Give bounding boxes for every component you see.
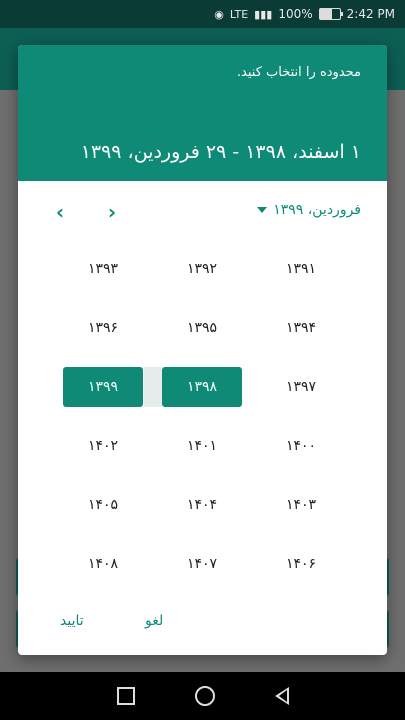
year-cell[interactable]: ۱۳۹۳ <box>63 249 143 289</box>
back-icon[interactable] <box>274 687 289 705</box>
year-cell[interactable]: ۱۴۰۴ <box>162 485 242 525</box>
year-cell[interactable]: ۱۴۰۳ <box>261 485 341 525</box>
month-year-selector[interactable]: فروردین، ۱۳۹۹ <box>257 202 361 218</box>
battery-icon <box>318 8 343 20</box>
year-cell[interactable]: ۱۴۰۲ <box>63 426 143 466</box>
year-cell[interactable]: ۱۴۰۷ <box>162 544 242 584</box>
cancel-button[interactable]: لغو <box>145 613 163 629</box>
year-cell[interactable]: ۱۴۰۰ <box>261 426 341 466</box>
signal-icon: ▮▮▮ <box>254 7 273 21</box>
status-bar: ◉ LTE ▮▮▮ 100% 2:42 PM <box>0 0 405 28</box>
battery-percent: 100% <box>278 7 313 21</box>
year-cell[interactable]: ۱۳۹۱ <box>261 249 341 289</box>
home-icon[interactable] <box>194 686 215 706</box>
year-cell[interactable]: ۱۳۹۷ <box>261 367 341 407</box>
year-cell[interactable]: ۱۳۹۴ <box>261 308 341 348</box>
month-year-label: فروردین، ۱۳۹۹ <box>273 202 361 218</box>
dialog-actions: تایید لغو <box>18 613 387 637</box>
date-range-dialog: محدوده را انتخاب کنید. ۱ اسفند، ۱۳۹۸ - ۲… <box>18 45 387 655</box>
year-cell-selected[interactable]: ۱۳۹۸ <box>162 367 242 407</box>
year-cell[interactable]: ۱۴۰۵ <box>63 485 143 525</box>
dialog-prompt: محدوده را انتخاب کنید. <box>236 65 361 80</box>
range-highlight <box>144 367 162 407</box>
year-cell[interactable]: ۱۴۰۶ <box>261 544 341 584</box>
month-navigation: ‹ › فروردین، ۱۳۹۹ <box>18 198 387 228</box>
dropdown-arrow-icon <box>257 207 268 213</box>
clock: 2:42 PM <box>346 7 395 21</box>
year-cell[interactable]: ۱۴۰۸ <box>63 544 143 584</box>
chevron-right-icon[interactable]: › <box>100 200 124 224</box>
year-cell[interactable]: ۱۳۹۲ <box>162 249 242 289</box>
year-cell-selected[interactable]: ۱۳۹۹ <box>63 367 143 407</box>
hotspot-icon: ◉ <box>214 7 224 21</box>
confirm-button[interactable]: تایید <box>60 613 84 629</box>
recent-apps-icon[interactable] <box>116 687 135 705</box>
chevron-left-icon[interactable]: ‹ <box>48 200 72 224</box>
year-cell[interactable]: ۱۳۹۶ <box>63 308 143 348</box>
year-cell[interactable]: ۱۴۰۱ <box>162 426 242 466</box>
year-cell[interactable]: ۱۳۹۵ <box>162 308 242 348</box>
selected-range-text: ۱ اسفند، ۱۳۹۸ - ۲۹ فروردین، ۱۳۹۹ <box>80 141 361 163</box>
navigation-bar <box>0 672 405 720</box>
dialog-header: محدوده را انتخاب کنید. ۱ اسفند، ۱۳۹۸ - ۲… <box>18 45 387 181</box>
network-type: LTE <box>229 7 249 21</box>
